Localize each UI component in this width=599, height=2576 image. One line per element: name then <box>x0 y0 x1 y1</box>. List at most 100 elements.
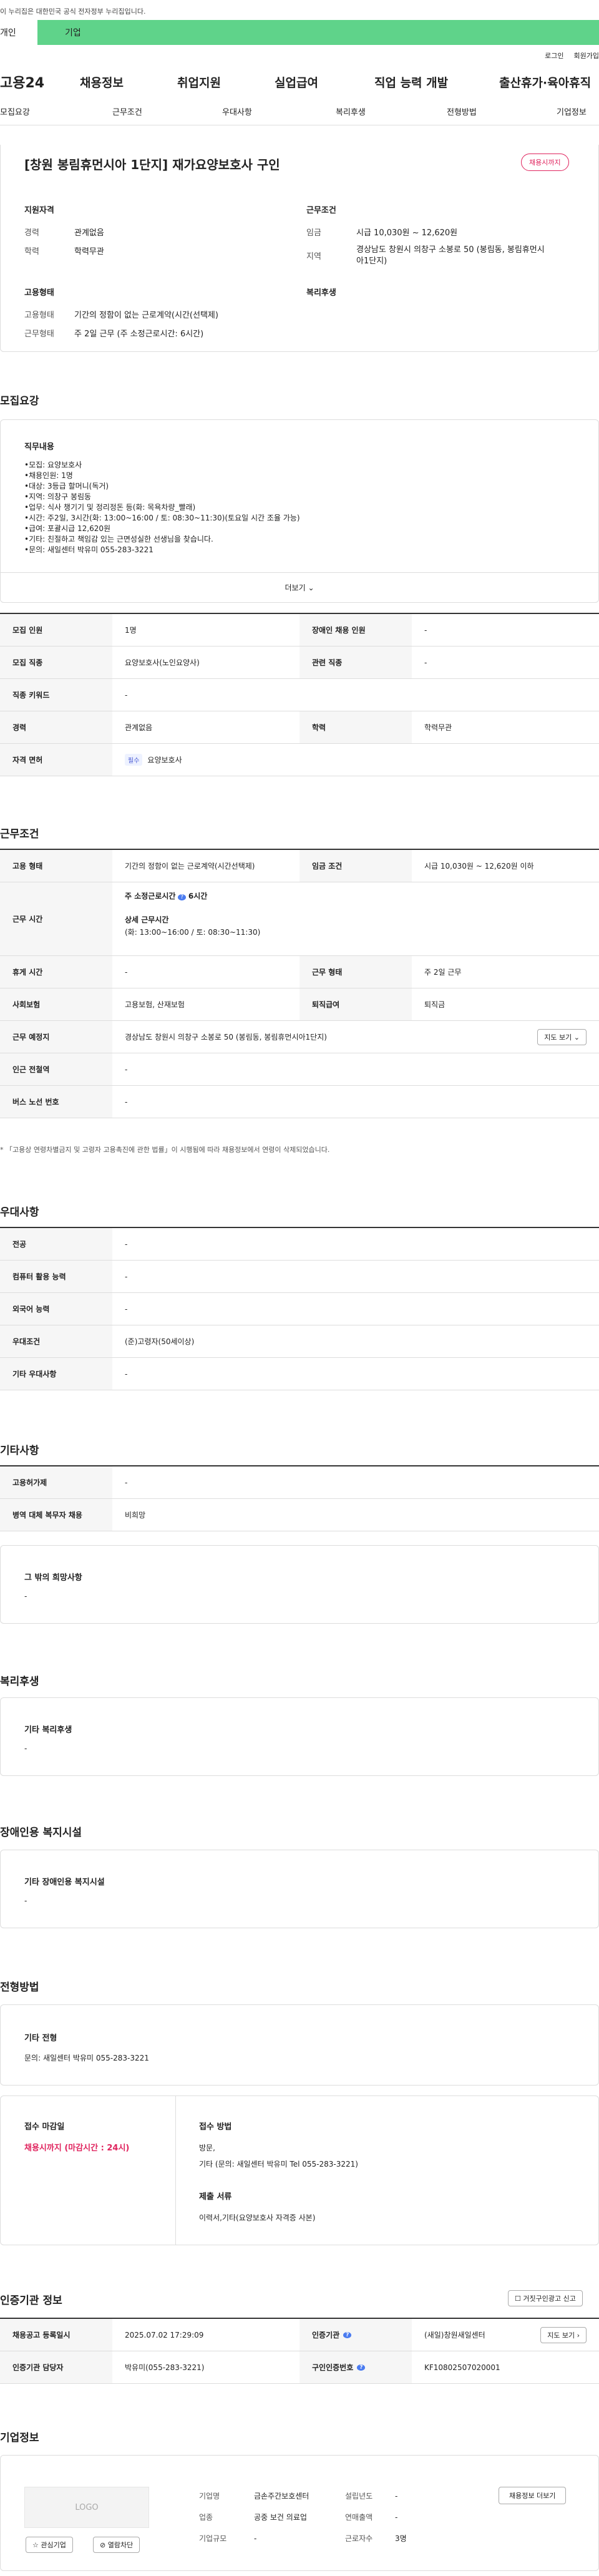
pref-table: 전공 - 컴퓨터 활용 능력 - 외국어 능력 - 우대조건 (준)고령자(50세이상)… <box>0 1227 599 1390</box>
table-row: 고용허가제 - <box>0 1466 599 1499</box>
status-badge: 채용시까지 <box>521 154 569 171</box>
method-heading: 접수 방법 <box>199 2122 232 2132</box>
subnav-screening[interactable]: 전형방법 <box>447 105 477 117</box>
table-row: 근무 시간 주 소정근로시간 ? 6시간 상세 근무시간 (화: 13:00~16:0… <box>0 882 599 956</box>
table-row: 전공 - <box>0 1228 599 1261</box>
chevron-down-icon: ⌄ <box>305 583 314 592</box>
user-type-tabs: 개인 기업 <box>0 20 599 45</box>
deadline-value: 채용시까지 (마감시간 : 24시) <box>24 2144 130 2153</box>
hours-label: 근무형태 <box>24 329 54 339</box>
type-label: 고용형태 <box>24 311 54 320</box>
table-row: 사회보험 고용보험, 산재보험 퇴직급여 퇴직금 <box>0 988 599 1021</box>
screening-heading: 전형방법 <box>0 1981 39 1994</box>
nav-parental-leave[interactable]: 출산휴가·육아휴직 <box>499 74 591 90</box>
table-row: 고용 형태 기간의 정함이 없는 근로계약(시간선택제) 임금 조건 시급 10,03… <box>0 850 599 882</box>
info-icon[interactable]: ? <box>357 2364 366 2371</box>
star-icon: ☆ <box>32 2541 39 2549</box>
job-title: [창원 봉림휴먼시아 1단지] 재가요양보호사 구인 <box>24 157 280 172</box>
welfare-card: 기타 복리후생 - <box>0 1697 599 1776</box>
table-row: 인증기관 담당자 박유미(055-283-3221) 구인인증번호? KF108025… <box>0 2351 599 2384</box>
table-row: 근무 예정지 경상남도 창원시 의창구 소봉로 50 (봉림동, 봉림휴먼시아1단… <box>0 1021 599 1053</box>
more-button[interactable]: 더보기 ⌄ <box>1 572 598 602</box>
deadline-heading: 접수 마감일 <box>24 2122 65 2132</box>
location-label: 지역 <box>306 252 321 261</box>
exp-value: 관계없음 <box>74 228 104 238</box>
duty-card: 직무내용 •모집: 요양보호사 •채용인원: 1명 •대상: 3등급 할머니(독거)… <box>0 419 599 603</box>
table-row: 경력 관계없음 학력 학력무관 <box>0 711 599 744</box>
agency-map-button[interactable]: 지도 보기 › <box>540 2326 587 2343</box>
duty-heading: 직무내용 <box>24 442 54 452</box>
company-heading: 기업정보 <box>0 2432 39 2444</box>
edu-value: 학력무관 <box>74 247 104 256</box>
age-note: * 「고용상 연령차별금지 및 고령자 고용촉진에 관한 법률」이 시행됨에 따… <box>0 1146 330 1154</box>
site-logo[interactable]: 고용24 <box>0 72 54 92</box>
duty-text: •모집: 요양보호사 •채용인원: 1명 •대상: 3등급 할머니(독거) •지역: … <box>24 461 300 554</box>
recruit-table: 모집 인원 1명 장애인 채용 인원 - 모집 직종 요양보호사(노인요양사) 관련 직종… <box>0 613 599 776</box>
disability-card: 기타 장애인용 복지시설 - <box>0 1850 599 1928</box>
subnav-conditions[interactable]: 근무조건 <box>112 105 142 117</box>
report-button[interactable]: ☐ 거짓구인광고 신고 <box>508 2290 583 2306</box>
etc-heading: 기타사항 <box>0 1445 39 1457</box>
gov-banner: 이 누리집은 대한민국 공식 전자정부 누리집입니다. <box>0 7 146 16</box>
table-row: 기타 우대사항 - <box>0 1358 599 1390</box>
interest-button[interactable]: ☆ 관심기업 <box>26 2537 73 2553</box>
table-row: 휴게 시간 - 근무 형태 주 2일 근무 <box>0 956 599 988</box>
more-jobs-button[interactable]: 채용정보 더보기 <box>499 2487 567 2504</box>
agency-table: 채용공고 등록일시 2025.07.02 17:29:09 인증기관? (새일)창원새… <box>0 2318 599 2384</box>
wage-label: 임금 <box>306 228 321 238</box>
type-value: 기간의 정함이 없는 근로계약(시간(선택제) <box>74 311 218 320</box>
welfare-value: - <box>24 1744 27 1753</box>
table-row: 컴퓨터 활용 능력 - <box>0 1261 599 1293</box>
docs-value: 이력서,기타(요양보호사 자격증 사본) <box>199 2213 316 2222</box>
work-heading: 근무조건 <box>0 828 39 841</box>
table-row: 직종 키워드 - <box>0 679 599 711</box>
docs-heading: 제출 서류 <box>199 2192 232 2202</box>
table-row: 우대조건 (준)고령자(50세이상) <box>0 1325 599 1358</box>
subnav-recruit[interactable]: 모집요강 <box>0 105 30 117</box>
nav-jobs[interactable]: 채용정보 <box>80 74 124 90</box>
edu-label: 학력 <box>24 247 39 256</box>
required-badge: 필수 <box>125 754 143 766</box>
map-button[interactable]: 지도 보기 ⌄ <box>537 1028 587 1045</box>
table-row: 외국어 능력 - <box>0 1293 599 1325</box>
table-row: 병역 대체 복무자 채용 비희망 <box>0 1499 599 1531</box>
login-link[interactable]: 로그인 <box>545 51 563 61</box>
company-logo: LOGO <box>24 2487 149 2528</box>
table-row: 채용공고 등록일시 2025.07.02 17:29:09 인증기관? (새일)창원새… <box>0 2319 599 2351</box>
nav-unemployment-benefit[interactable]: 실업급여 <box>275 74 318 90</box>
screening-value: 문의: 새일센터 박유미 055-283-3221 <box>24 2054 149 2062</box>
info-icon[interactable]: ? <box>178 894 187 900</box>
subnav-preference[interactable]: 우대사항 <box>222 105 252 117</box>
pref-heading: 우대사항 <box>0 1206 39 1219</box>
table-row: 버스 노선 번호 - <box>0 1086 599 1118</box>
tab-personal[interactable]: 개인 <box>0 20 37 45</box>
top-links: 로그인 회원가입 <box>0 45 599 66</box>
table-row: 인근 전철역 - <box>0 1053 599 1086</box>
signup-link[interactable]: 회원가입 <box>574 51 599 61</box>
nav-vocational-training[interactable]: 직업 능력 개발 <box>374 74 448 90</box>
screening-sub: 기타 전형 <box>24 2034 57 2043</box>
company-fields: 기업명 금손주간보호센터 설립년도 - 업종 공중 보건 의료업 연매출액 - 기업규모 - 근… <box>199 2492 407 2543</box>
other-wish-value: - <box>24 1592 27 1601</box>
subnav-company[interactable]: 기업정보 <box>557 105 587 117</box>
other-wish-heading: 그 밖의 희망사항 <box>24 1573 82 1583</box>
qual-heading: 지원자격 <box>24 206 54 215</box>
emp-heading: 고용형태 <box>24 288 54 298</box>
table-row: 자격 면허 필수 요양보호사 <box>0 744 599 776</box>
table-row: 모집 인원 1명 장애인 채용 인원 - <box>0 614 599 646</box>
agency-heading: 인증기관 정보 <box>0 2295 62 2307</box>
subnav-welfare[interactable]: 복리후생 <box>336 105 366 117</box>
location-value: 경상남도 창원시 의창구 소봉로 50 (봉림동, 봉림휴먼시 아1단지) <box>356 245 545 266</box>
recruit-heading: 모집요강 <box>0 395 39 407</box>
nav-employment-support[interactable]: 취업지원 <box>177 74 221 90</box>
info-icon[interactable]: ? <box>343 2331 352 2338</box>
hours-value: 주 2일 근무 (주 소정근로시간: 6시간) <box>74 329 204 339</box>
table-row: 모집 직종 요양보호사(노인요양사) 관련 직종 - <box>0 646 599 679</box>
divider <box>175 2096 176 2245</box>
disability-sub: 기타 장애인용 복지시설 <box>24 1878 105 1887</box>
summary-card: [창원 봉림휴먼시아 1단지] 재가요양보호사 구인 채용시까지 지원자격 경력… <box>0 145 599 352</box>
apply-card: 접수 마감일 채용시까지 (마감시간 : 24시) 접수 방법 방문, 기타 (문… <box>0 2095 599 2245</box>
cond-heading: 근무조건 <box>306 206 336 215</box>
block-button[interactable]: ⊘ 열람차단 <box>93 2537 140 2553</box>
tab-company[interactable]: 기업 <box>37 20 599 45</box>
